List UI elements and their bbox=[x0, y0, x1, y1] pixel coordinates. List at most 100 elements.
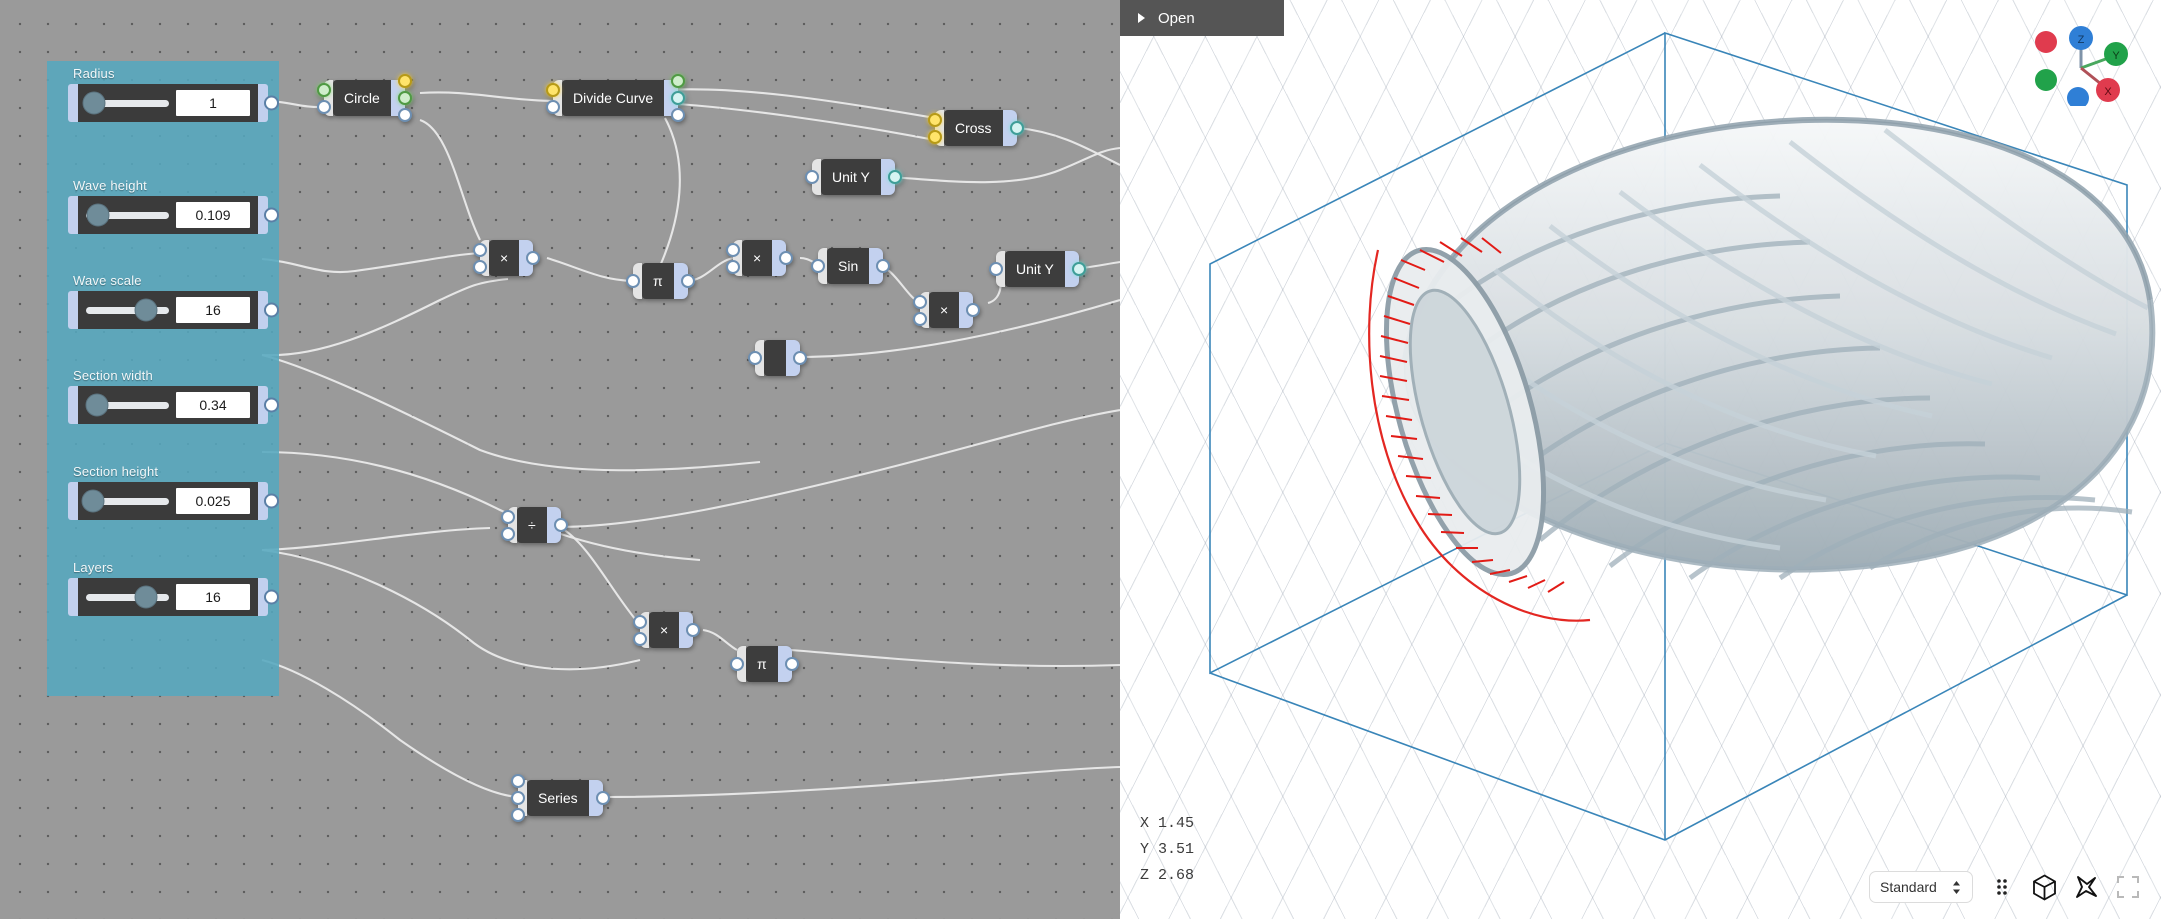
open-panel-button[interactable]: Open bbox=[1120, 0, 1284, 36]
slider-output-port[interactable] bbox=[264, 207, 279, 223]
output-port[interactable] bbox=[793, 351, 807, 365]
node-multiply-c[interactable]: × bbox=[913, 292, 981, 328]
slider-track[interactable] bbox=[85, 393, 169, 417]
node-divide[interactable]: ÷ bbox=[501, 507, 568, 543]
slider-value[interactable]: 1 bbox=[176, 90, 250, 116]
slider-value[interactable]: 0.34 bbox=[176, 392, 250, 418]
input-port[interactable] bbox=[501, 526, 515, 541]
cube-icon[interactable] bbox=[2031, 873, 2057, 901]
input-port[interactable] bbox=[730, 657, 744, 671]
output-port[interactable] bbox=[876, 259, 891, 273]
drag-handle-icon[interactable] bbox=[1989, 874, 2015, 900]
input-port[interactable] bbox=[626, 274, 640, 288]
node-sin[interactable]: Sin bbox=[811, 248, 891, 284]
slider-output-port[interactable] bbox=[264, 302, 279, 318]
slider-output-port[interactable] bbox=[264, 589, 279, 605]
node-unit-y-top[interactable]: Unit Y bbox=[805, 159, 902, 195]
node-blank[interactable] bbox=[748, 340, 807, 376]
display-mode-select[interactable]: Standard bbox=[1869, 871, 1973, 903]
output-port[interactable] bbox=[1071, 262, 1086, 276]
node-series[interactable]: Series bbox=[511, 774, 610, 822]
node-multiply-d[interactable]: × bbox=[633, 612, 701, 648]
slider-knob[interactable] bbox=[86, 203, 110, 227]
slider-output-port[interactable] bbox=[264, 95, 279, 111]
output-port[interactable] bbox=[966, 303, 981, 317]
node-pi-b[interactable]: π bbox=[730, 646, 799, 682]
number-slider[interactable]: 0.109 bbox=[68, 196, 279, 234]
output-port[interactable] bbox=[779, 251, 794, 265]
output-port[interactable] bbox=[553, 518, 568, 532]
output-port[interactable] bbox=[686, 623, 701, 637]
input-port[interactable] bbox=[811, 259, 825, 273]
input-port[interactable] bbox=[726, 242, 740, 257]
output-port[interactable] bbox=[526, 251, 541, 265]
node-pi-a[interactable]: π bbox=[626, 263, 695, 299]
output-port[interactable] bbox=[1009, 121, 1024, 135]
output-port[interactable] bbox=[671, 108, 686, 122]
node-multiply-b[interactable]: × bbox=[726, 240, 794, 276]
input-port[interactable] bbox=[913, 294, 927, 309]
node-tail bbox=[1002, 110, 1024, 146]
node-unit-y-lower[interactable]: Unit Y bbox=[989, 251, 1086, 287]
input-port[interactable] bbox=[511, 791, 525, 805]
output-port[interactable] bbox=[595, 791, 610, 805]
input-port[interactable] bbox=[317, 99, 331, 114]
slider-value[interactable]: 16 bbox=[176, 584, 250, 610]
number-slider[interactable]: 0.025 bbox=[68, 482, 279, 520]
input-port[interactable] bbox=[511, 808, 525, 822]
viewport-toolbar[interactable]: Standard bbox=[1869, 871, 2141, 903]
output-port[interactable] bbox=[887, 170, 902, 184]
output-port[interactable] bbox=[671, 74, 686, 88]
node-multiply-a[interactable]: × bbox=[473, 240, 541, 276]
node-cross[interactable]: Cross bbox=[928, 110, 1024, 146]
number-slider[interactable]: 1 bbox=[68, 84, 279, 122]
slider-value[interactable]: 16 bbox=[176, 297, 250, 323]
slider-output-port[interactable] bbox=[264, 493, 279, 509]
slider-knob[interactable] bbox=[134, 298, 158, 322]
slider-track[interactable] bbox=[82, 91, 169, 115]
number-slider[interactable]: 16 bbox=[68, 578, 279, 616]
input-port[interactable] bbox=[726, 259, 740, 274]
input-port[interactable] bbox=[748, 351, 762, 365]
input-port[interactable] bbox=[511, 774, 525, 788]
slider-track[interactable] bbox=[86, 585, 169, 609]
input-port[interactable] bbox=[473, 259, 487, 274]
axis-gizmo[interactable]: Z Y X bbox=[2026, 18, 2136, 106]
slider-track[interactable] bbox=[86, 203, 169, 227]
input-port[interactable] bbox=[928, 129, 942, 144]
output-port[interactable] bbox=[397, 108, 412, 122]
output-port[interactable] bbox=[784, 657, 799, 671]
input-port[interactable] bbox=[913, 311, 927, 326]
slider-value[interactable]: 0.025 bbox=[176, 488, 250, 514]
slider-track[interactable] bbox=[81, 489, 169, 513]
input-port[interactable] bbox=[473, 242, 487, 257]
node-divide-curve[interactable]: Divide Curve bbox=[546, 74, 686, 122]
input-port[interactable] bbox=[546, 82, 560, 97]
3d-viewport[interactable]: 1.45 2.68 3.51 Open X 1.45 Y 3.51 Z 2.68… bbox=[1120, 0, 2161, 919]
input-port[interactable] bbox=[928, 112, 942, 127]
input-port[interactable] bbox=[501, 509, 515, 524]
cursor-select-icon[interactable] bbox=[2073, 874, 2099, 900]
input-port[interactable] bbox=[546, 99, 560, 114]
slider-knob[interactable] bbox=[82, 91, 106, 115]
fullscreen-icon[interactable] bbox=[2115, 874, 2141, 900]
slider-output-port[interactable] bbox=[264, 397, 279, 413]
output-port[interactable] bbox=[680, 274, 695, 288]
output-port[interactable] bbox=[397, 91, 412, 105]
slider-knob[interactable] bbox=[81, 489, 105, 513]
slider-knob[interactable] bbox=[134, 585, 158, 609]
output-port[interactable] bbox=[397, 74, 412, 88]
slider-value[interactable]: 0.109 bbox=[176, 202, 250, 228]
input-port[interactable] bbox=[317, 82, 331, 97]
slider-knob[interactable] bbox=[85, 393, 109, 417]
number-slider[interactable]: 16 bbox=[68, 291, 279, 329]
number-slider[interactable]: 0.34 bbox=[68, 386, 279, 424]
input-port[interactable] bbox=[805, 170, 819, 184]
output-port[interactable] bbox=[671, 91, 686, 105]
node-editor-canvas[interactable]: Radius 1 Wave height 0.109 Wave scale 16 Secti… bbox=[0, 0, 1120, 919]
input-port[interactable] bbox=[633, 614, 647, 629]
slider-track[interactable] bbox=[86, 298, 169, 322]
node-circle[interactable]: Circle bbox=[317, 74, 412, 122]
input-port[interactable] bbox=[989, 262, 1003, 276]
input-port[interactable] bbox=[633, 631, 647, 646]
